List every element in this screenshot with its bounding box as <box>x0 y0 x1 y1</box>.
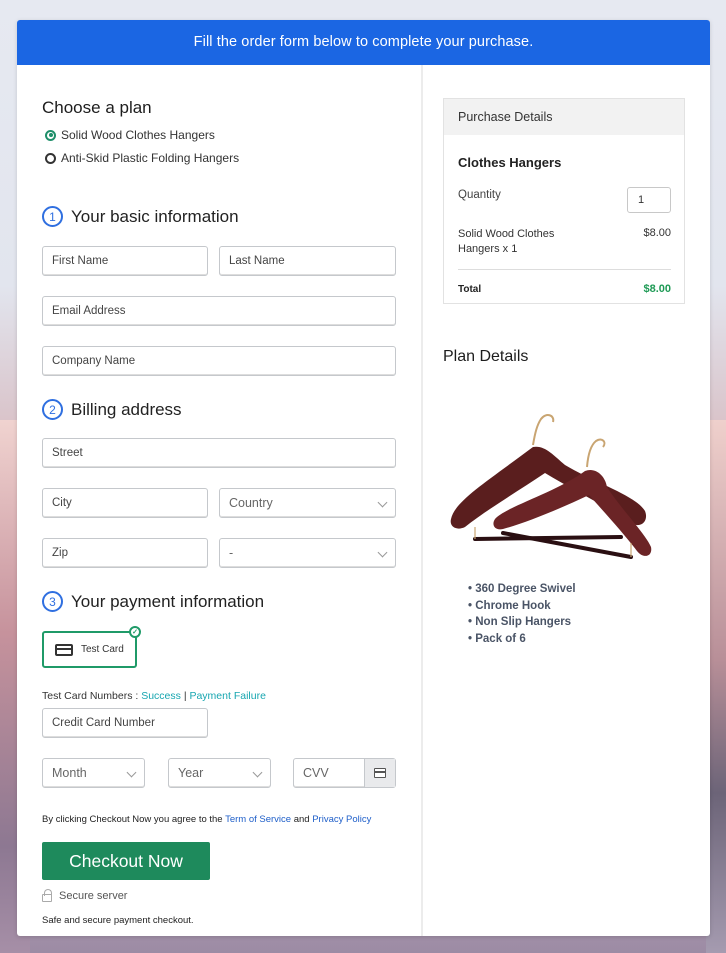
feature-item: Non Slip Hangers <box>468 614 576 631</box>
month-value: Month <box>52 766 87 780</box>
total-label: Total <box>458 284 482 295</box>
chevron-down-icon <box>252 767 263 778</box>
payment-failure-link[interactable]: Payment Failure <box>189 690 265 702</box>
section-title: Your basic information <box>71 206 239 226</box>
company-input[interactable]: Company Name <box>42 346 396 376</box>
test-card-numbers: Test Card Numbers : Success | Payment Fa… <box>42 690 266 702</box>
test-numbers-label: Test Card Numbers : <box>42 690 139 702</box>
feature-item: 360 Degree Swivel <box>468 581 575 598</box>
step-number-icon: 2 <box>42 399 63 420</box>
section-title: Your payment information <box>71 591 265 611</box>
basic-info-heading: 1 Your basic information <box>42 206 239 227</box>
step-number-icon: 3 <box>42 591 63 612</box>
cvv-placeholder: CVV <box>303 766 329 780</box>
credit-card-icon <box>55 643 73 656</box>
link-separator: | <box>183 690 187 702</box>
agreement-and: and <box>293 814 310 825</box>
step-number-icon: 1 <box>42 206 63 227</box>
country-select[interactable]: Country <box>219 488 396 518</box>
purchase-details-header: Purchase Details <box>444 99 684 135</box>
purchase-details-box: Purchase Details Clothes Hangers Quantit… <box>443 98 685 304</box>
city-input[interactable]: City <box>42 488 208 518</box>
agreement-prefix: By clicking Checkout Now you agree to th… <box>42 814 223 825</box>
payment-heading: 3 Your payment information <box>42 591 264 612</box>
product-name: Clothes Hangers <box>458 155 562 170</box>
month-select[interactable]: Month <box>42 758 145 788</box>
feature-item: Chrome Hook <box>468 598 576 615</box>
chevron-down-icon <box>126 767 137 778</box>
quantity-input[interactable]: 1 <box>627 187 671 213</box>
order-form-card: Fill the order form below to complete yo… <box>17 20 710 936</box>
terms-link[interactable]: Term of Service <box>225 814 291 825</box>
checkout-now-button[interactable]: Checkout Now <box>42 842 210 880</box>
cvv-card-button[interactable] <box>364 759 395 787</box>
total-divider <box>458 269 671 270</box>
test-card-option[interactable]: Test Card ✓ <box>42 626 141 668</box>
year-value: Year <box>178 766 204 780</box>
chevron-down-icon <box>377 497 388 508</box>
state-select[interactable]: - <box>219 538 396 568</box>
line-item-price: $8.00 <box>643 227 671 239</box>
section-title: Billing address <box>71 399 182 419</box>
lock-icon <box>42 889 52 902</box>
zip-input[interactable]: Zip <box>42 538 208 568</box>
year-select[interactable]: Year <box>168 758 271 788</box>
plan-option-solid-wood[interactable]: Solid Wood Clothes Hangers <box>45 128 215 142</box>
country-value: Country <box>229 496 273 510</box>
radio-checked-icon[interactable] <box>45 129 56 141</box>
first-name-input[interactable]: First Name <box>42 246 208 276</box>
plan-features-list: 360 Degree Swivel Chrome Hook Non Slip H… <box>468 581 576 648</box>
column-divider <box>421 65 423 936</box>
success-link[interactable]: Success <box>141 690 181 702</box>
street-input[interactable]: Street <box>42 438 396 468</box>
credit-card-number-input[interactable]: Credit Card Number <box>42 708 208 738</box>
quantity-label: Quantity <box>458 189 501 201</box>
email-input[interactable]: Email Address <box>42 296 396 326</box>
total-price: $8.00 <box>643 283 671 295</box>
privacy-link[interactable]: Privacy Policy <box>312 814 371 825</box>
check-icon: ✓ <box>129 626 141 638</box>
chevron-down-icon <box>377 547 388 558</box>
billing-heading: 2 Billing address <box>42 399 182 420</box>
state-value: - <box>229 546 234 560</box>
credit-card-icon <box>374 768 386 778</box>
form-banner: Fill the order form below to complete yo… <box>17 20 710 65</box>
secure-server: Secure server <box>42 889 128 902</box>
plan-details-heading: Plan Details <box>443 348 529 365</box>
plan-option-label: Solid Wood Clothes Hangers <box>61 128 215 142</box>
choose-plan-heading: Choose a plan <box>42 98 152 117</box>
feature-item: Pack of 6 <box>468 631 576 648</box>
plan-option-label: Anti-Skid Plastic Folding Hangers <box>61 151 240 165</box>
hanger-product-image <box>450 414 652 559</box>
secure-label: Secure server <box>59 890 128 902</box>
line-item-name: Solid Wood Clothes Hangers x 1 <box>458 228 555 255</box>
plan-option-plastic[interactable]: Anti-Skid Plastic Folding Hangers <box>45 151 239 165</box>
radio-unchecked-icon[interactable] <box>45 152 56 164</box>
agreement-text: By clicking Checkout Now you agree to th… <box>42 814 371 825</box>
test-card-label: Test Card <box>81 644 124 655</box>
safe-checkout-text: Safe and secure payment checkout. <box>42 915 194 926</box>
cvv-input[interactable]: CVV <box>293 758 396 788</box>
last-name-input[interactable]: Last Name <box>219 246 396 276</box>
